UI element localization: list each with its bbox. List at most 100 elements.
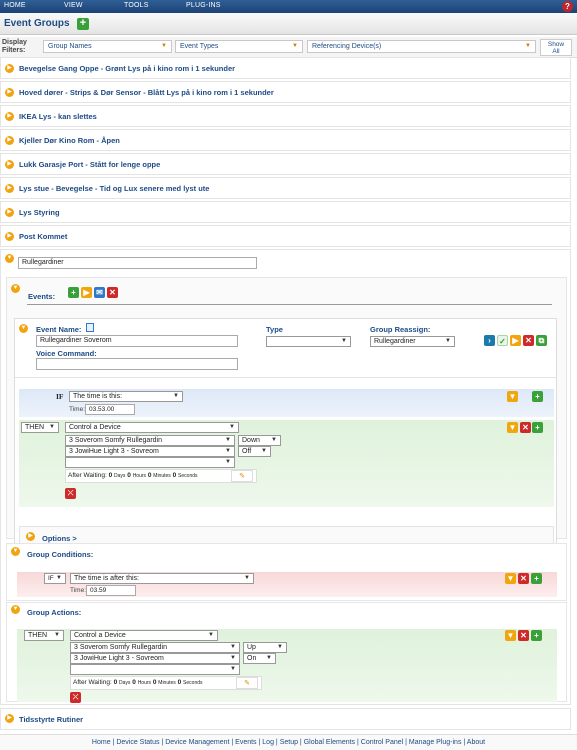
add-group-button[interactable]: +	[77, 18, 89, 30]
menu-home[interactable]: HOME	[4, 2, 26, 9]
remove-action-icon[interactable]: ⤫	[70, 692, 81, 703]
collapse-icon[interactable]: ▼	[505, 573, 516, 584]
device-action-select[interactable]: Off ▼	[238, 446, 271, 457]
expand-icon[interactable]: ▶	[5, 208, 14, 217]
delete-icon[interactable]: ✕	[518, 630, 529, 641]
time-input[interactable]: 03.53.00	[85, 404, 135, 415]
help-icon[interactable]: ?	[562, 1, 573, 12]
notes-icon[interactable]	[86, 323, 94, 332]
device-action-select[interactable]: Up ▼	[243, 642, 287, 653]
add-condition-button[interactable]: +	[531, 573, 542, 584]
run-icon[interactable]: ›	[484, 335, 495, 346]
collapse-icon[interactable]: ▼	[507, 391, 518, 402]
group-name-input[interactable]: Rullegardiner	[18, 257, 257, 269]
footer-link-control-panel[interactable]: Control Panel	[361, 739, 403, 746]
footer-link-device-status[interactable]: Device Status	[116, 739, 159, 746]
collapse-icon[interactable]: ▼	[11, 547, 20, 556]
group-row[interactable]: ▶ Tidsstyrte Rutiner	[0, 708, 571, 730]
device-select[interactable]: 3 JowiHue Light 3 - Sovreom ▼	[70, 653, 240, 664]
remove-action-icon[interactable]: ⤫	[65, 488, 76, 499]
collapse-icon[interactable]: ▼	[505, 630, 516, 641]
play-icon[interactable]: ▶	[510, 335, 521, 346]
device-select[interactable]: 3 Soverom Somfy Rullegardin ▼	[65, 435, 235, 446]
device-select[interactable]: ▼	[65, 457, 235, 468]
group-row[interactable]: ▶ Lys Styring	[0, 201, 571, 223]
expand-icon[interactable]: ▶	[5, 160, 14, 169]
group-row[interactable]: ▶ Bevegelse Gang Oppe - Grønt Lys på i ki…	[0, 57, 571, 79]
collapse-icon[interactable]: ▼	[507, 422, 518, 433]
add-action-button[interactable]: +	[531, 630, 542, 641]
check-icon[interactable]: ✓	[497, 335, 508, 346]
group-names-filter[interactable]: Group Names ▼	[43, 40, 172, 53]
footer-link-events[interactable]: Events	[235, 739, 256, 746]
menu-view[interactable]: VIEW	[64, 2, 83, 9]
show-all-button[interactable]: Show All	[540, 39, 572, 56]
expand-icon[interactable]: ▶	[5, 112, 14, 121]
add-action-button[interactable]: +	[532, 422, 543, 433]
expand-icon[interactable]: ▶	[5, 714, 14, 723]
menu-tools[interactable]: TOOLS	[124, 2, 149, 9]
menu-plugins[interactable]: PLUG-INS	[186, 2, 221, 9]
add-event-button[interactable]: +	[68, 287, 79, 298]
footer-link-log[interactable]: Log	[262, 739, 274, 746]
device-select[interactable]: ▼	[70, 664, 240, 675]
chevron-down-icon: ▼	[230, 666, 236, 672]
expand-icon[interactable]: ▶	[5, 232, 14, 241]
delete-icon[interactable]: ✕	[520, 422, 531, 433]
device-action-select[interactable]: On ▼	[243, 653, 276, 664]
delete-icon[interactable]: ✕	[518, 573, 529, 584]
event-name-input[interactable]: Rullegardiner Soverom	[36, 335, 238, 347]
collapse-icon[interactable]: ▼	[5, 254, 14, 263]
footer-link-home[interactable]: Home	[92, 739, 111, 746]
expand-icon[interactable]: ▶	[5, 64, 14, 73]
then-select[interactable]: THEN ▼	[21, 422, 59, 433]
trigger-type-select[interactable]: The time is this: ▼	[69, 391, 183, 402]
expand-icon[interactable]: ▶	[5, 136, 14, 145]
group-row[interactable]: ▶ Lys stue - Bevegelse - Tid og Lux sener…	[0, 177, 571, 199]
edit-pencil-icon[interactable]: ✎	[236, 677, 258, 689]
voice-command-input[interactable]	[36, 358, 238, 370]
if-select[interactable]: IF ▼	[44, 573, 66, 584]
options-link[interactable]: Options >	[42, 534, 77, 543]
play-icon[interactable]: ▶	[81, 287, 92, 298]
device-select[interactable]: 3 Soverom Somfy Rullegardin ▼	[70, 642, 240, 653]
collapse-icon[interactable]: ▼	[19, 324, 28, 333]
then-select[interactable]: THEN ▼	[24, 630, 64, 641]
footer-link-manage-plugins[interactable]: Manage Plug-ins	[409, 739, 462, 746]
group-row[interactable]: ▶ Kjeller Dør Kino Rom - Åpen	[0, 129, 571, 151]
event-types-filter[interactable]: Event Types ▼	[175, 40, 303, 53]
group-row[interactable]: ▶ Post Kommet	[0, 225, 571, 247]
referencing-devices-filter[interactable]: Referencing Device(s) ▼	[307, 40, 536, 53]
condition-type-select[interactable]: The time is after this: ▼	[70, 573, 254, 584]
action-type-select[interactable]: Control a Device ▼	[70, 630, 218, 641]
type-select[interactable]: ▼	[266, 336, 351, 347]
collapse-icon[interactable]: ▼	[11, 284, 20, 293]
group-actions-section: ▼ Group Actions: THEN ▼ Control a Device ▼…	[6, 602, 567, 703]
delete-icon[interactable]: ✕	[523, 335, 534, 346]
delete-icon[interactable]: ✕	[107, 287, 118, 298]
chevron-down-icon: ▼	[161, 43, 167, 49]
device-action-select[interactable]: Down ▼	[238, 435, 281, 446]
footer-link-setup[interactable]: Setup	[280, 739, 298, 746]
collapse-icon[interactable]: ▼	[11, 605, 20, 614]
footer-link-device-management[interactable]: Device Management	[165, 739, 229, 746]
copy-icon[interactable]: ⧉	[536, 335, 547, 346]
group-row[interactable]: ▶ IKEA Lys - kan slettes	[0, 105, 571, 127]
add-condition-button[interactable]: +	[532, 391, 543, 402]
edit-pencil-icon[interactable]: ✎	[231, 470, 253, 482]
action-type-select[interactable]: Control a Device ▼	[65, 422, 239, 433]
time-input[interactable]: 03.59	[86, 585, 136, 596]
group-row[interactable]: ▶ Hoved dører - Strips & Dør Sensor - Blå…	[0, 81, 571, 103]
email-icon[interactable]: ✉	[94, 287, 105, 298]
group-reassign-select[interactable]: Rullegardiner ▼	[370, 336, 455, 347]
footer-link-global-elements[interactable]: Global Elements	[304, 739, 355, 746]
filters-label: Display Filters:	[2, 39, 27, 54]
group-row[interactable]: ▶ Lukk Garasje Port - Stått for lenge opp…	[0, 153, 571, 175]
expand-icon[interactable]: ▶	[26, 532, 35, 541]
voice-command-label: Voice Command:	[36, 349, 97, 358]
footer-link-about[interactable]: About	[467, 739, 485, 746]
if-label: IF	[56, 392, 64, 401]
device-select[interactable]: 3 JowiHue Light 3 - Sovreom ▼	[65, 446, 235, 457]
expand-icon[interactable]: ▶	[5, 88, 14, 97]
expand-icon[interactable]: ▶	[5, 184, 14, 193]
